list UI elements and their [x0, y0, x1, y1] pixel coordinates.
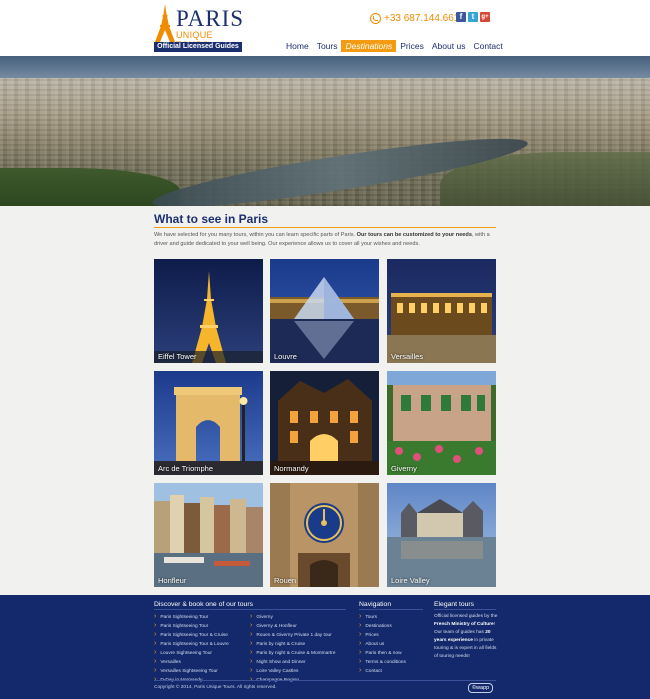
- destination-versailles[interactable]: Versailles: [387, 259, 496, 363]
- nav-about-us[interactable]: About us: [428, 40, 470, 52]
- footer-divider: [434, 609, 496, 610]
- logo-title: PARIS: [176, 6, 245, 31]
- google-plus-icon[interactable]: g+: [480, 12, 490, 22]
- versailles-image: [387, 259, 496, 363]
- copyright-text: Copyright © 2014, Paris Unique Tours. Al…: [154, 685, 277, 690]
- title-divider: [154, 227, 496, 228]
- agency-credit-logo[interactable]: ©wapp: [468, 683, 494, 693]
- footer-elegant-title: Elegant tours: [434, 601, 475, 608]
- social-links: f t g+: [456, 12, 490, 22]
- footer-tour-link[interactable]: Paris Sightseeing Tour & Louvre: [154, 640, 228, 649]
- footer-bottom-divider: [154, 680, 496, 681]
- footer-tour-link[interactable]: Versailles Sightseeing Tour: [154, 667, 229, 676]
- loire-valley-image: [387, 483, 496, 587]
- footer-tour-link[interactable]: Paris by night & Cruise: [250, 640, 336, 649]
- destination-honfleur[interactable]: Honfleur: [154, 483, 263, 587]
- honfleur-image: [154, 483, 263, 587]
- arc-de-triomphe-image: [154, 371, 263, 475]
- footer-nav-link[interactable]: About us: [359, 640, 406, 649]
- phone-number[interactable]: +33 687.144.661: [370, 11, 459, 25]
- eiffel-tower-logo-icon: [155, 4, 175, 42]
- destination-label: Loire Valley: [391, 576, 430, 585]
- intro-text: We have selected for you many tours, wit…: [154, 232, 490, 247]
- footer-tours-list-2: Giverny Giverny & Honfleur Rouen & Giver…: [250, 613, 336, 685]
- footer-divider: [154, 609, 346, 610]
- site-logo[interactable]: PARIS UNIQUE TOURS Official Licensed Gui…: [154, 4, 244, 52]
- destination-normandy[interactable]: Normandy: [270, 371, 379, 475]
- footer-tour-link[interactable]: Paris Sightseeing Tour: [154, 613, 229, 622]
- destination-giverny[interactable]: Giverny: [387, 371, 496, 475]
- destination-eiffel-tower[interactable]: Eiffel Tower: [154, 259, 263, 363]
- main-nav: Home Tours Destinations Prices About us …: [282, 40, 507, 52]
- hero-paris-panorama: [0, 56, 650, 206]
- page-title: What to see in Paris: [154, 212, 269, 226]
- footer-tour-link[interactable]: Loire Valley Castles: [250, 667, 336, 676]
- site-header: PARIS UNIQUE TOURS Official Licensed Gui…: [0, 0, 650, 56]
- destination-arc-de-triomphe[interactable]: Arc de Triomphe: [154, 371, 263, 475]
- twitter-icon[interactable]: t: [468, 12, 478, 22]
- phone-icon: [370, 12, 381, 24]
- giverny-image: [387, 371, 496, 475]
- footer-tour-link[interactable]: Versailles: [154, 658, 229, 667]
- footer-tour-link[interactable]: Paris Sightseeing Tour: [154, 622, 229, 631]
- nav-home[interactable]: Home: [282, 40, 313, 52]
- footer-nav-link[interactable]: Destinations: [359, 622, 406, 631]
- footer-nav-link[interactable]: Contact: [359, 667, 406, 676]
- logo-badge: Official Licensed Guides: [154, 42, 242, 52]
- destination-label: Louvre: [274, 352, 297, 361]
- intro-highlight: Our tours can be customized to your need…: [356, 232, 472, 238]
- eiffel-tower-image: [154, 259, 263, 363]
- footer-discover-title: Discover & book one of our tours: [154, 601, 253, 608]
- facebook-icon[interactable]: f: [456, 12, 466, 22]
- footer-tour-link[interactable]: Night Show and Dinner: [250, 658, 336, 667]
- footer-nav-link[interactable]: Tours: [359, 613, 406, 622]
- louvre-image: [270, 259, 379, 363]
- footer-divider: [359, 609, 423, 610]
- footer-nav-link[interactable]: Paris then & now: [359, 649, 406, 658]
- footer-elegant-text: Official licensed guides by the French M…: [434, 614, 498, 660]
- site-footer: Discover & book one of our tours Paris S…: [0, 595, 650, 699]
- destination-rouen[interactable]: Rouen: [270, 483, 379, 587]
- footer-tours-list-1: Paris Sightseeing Tour Paris Sightseeing…: [154, 613, 229, 685]
- destination-label: Giverny: [391, 464, 417, 473]
- destination-label: Normandy: [274, 464, 309, 473]
- nav-destinations[interactable]: Destinations: [341, 40, 397, 52]
- footer-tour-link[interactable]: Louvre Sightseeing Tour: [154, 649, 229, 658]
- destination-louvre[interactable]: Louvre: [270, 259, 379, 363]
- destination-label: Honfleur: [158, 576, 187, 585]
- footer-navigation-title: Navigation: [359, 601, 392, 608]
- destination-label: Eiffel Tower: [158, 352, 197, 361]
- destination-label: Arc de Triomphe: [158, 464, 214, 473]
- nav-prices[interactable]: Prices: [396, 40, 428, 52]
- footer-nav-link[interactable]: Terms & conditions: [359, 658, 406, 667]
- footer-tour-link[interactable]: Giverny: [250, 613, 336, 622]
- footer-tour-link[interactable]: Giverny & Honfleur: [250, 622, 336, 631]
- rouen-image: [270, 483, 379, 587]
- footer-tour-link[interactable]: Paris by night & Cruise & Montmartre: [250, 649, 335, 658]
- destination-loire-valley[interactable]: Loire Valley: [387, 483, 496, 587]
- footer-nav-link[interactable]: Prices: [359, 631, 406, 640]
- destination-label: Versailles: [391, 352, 424, 361]
- footer-navigation-list: Tours Destinations Prices About us Paris…: [359, 613, 406, 676]
- nav-tours[interactable]: Tours: [313, 40, 342, 52]
- footer-tour-link[interactable]: Paris Sightseeing Tour & Cruise: [154, 631, 229, 640]
- normandy-image: [270, 371, 379, 475]
- nav-contact[interactable]: Contact: [469, 40, 506, 52]
- phone-text: +33 687.144.661: [384, 12, 460, 24]
- destination-label: Rouen: [274, 576, 297, 585]
- footer-tour-link[interactable]: Rouen & Giverny Private 1 day tour: [250, 631, 336, 640]
